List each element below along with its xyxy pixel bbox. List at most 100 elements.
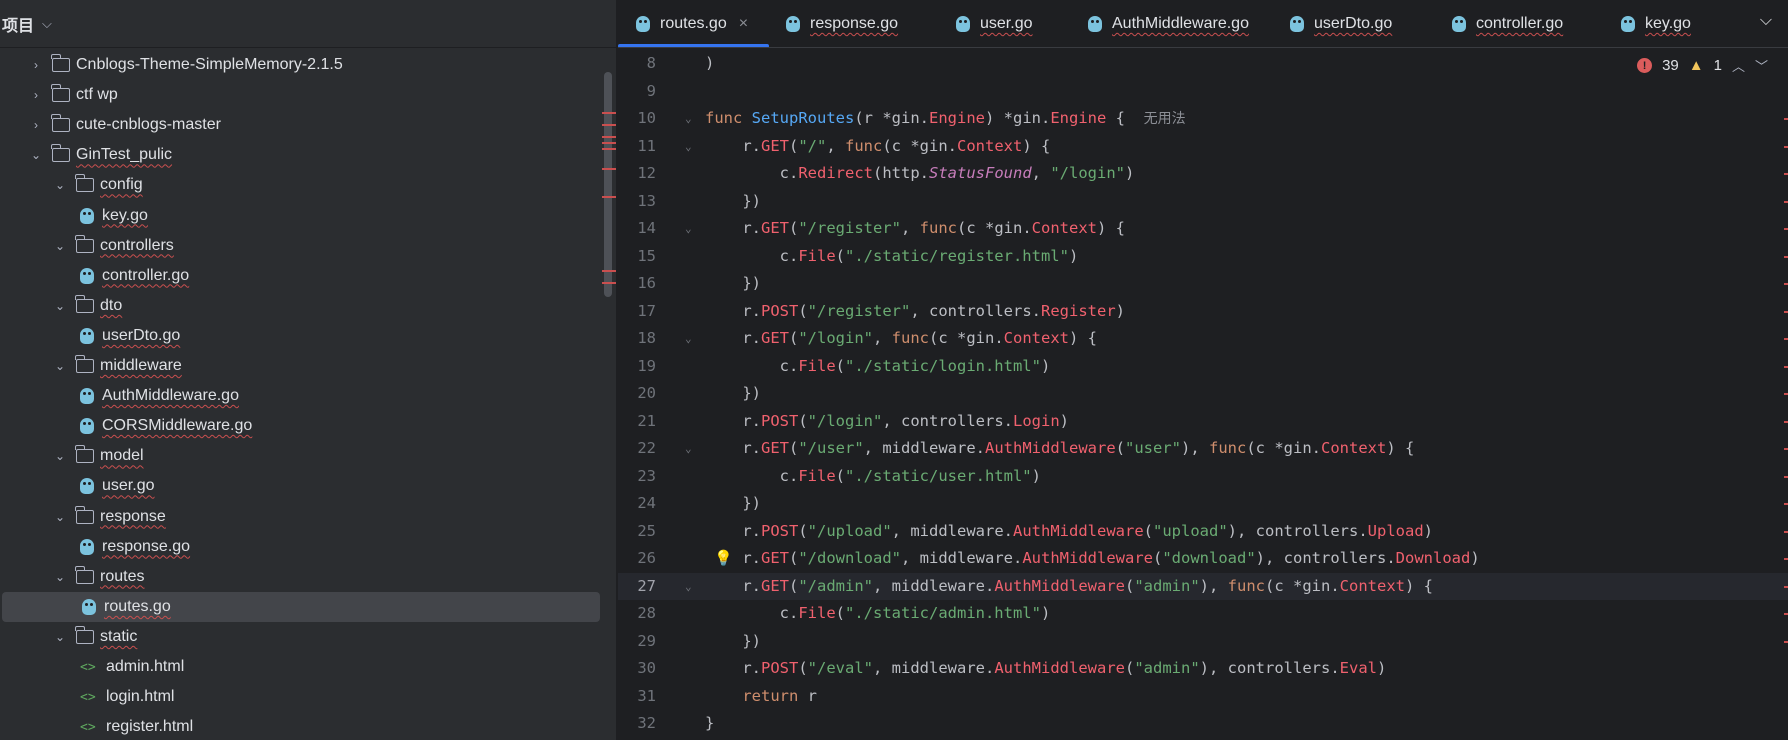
code-line[interactable]: 26 💡 r.GET("/download", middleware.AuthMi… bbox=[618, 545, 1788, 573]
fold-icon[interactable]: ⌄ bbox=[685, 325, 692, 353]
error-stripe-mark[interactable] bbox=[602, 136, 616, 138]
error-stripe-mark[interactable] bbox=[1784, 338, 1788, 340]
error-stripe-mark[interactable] bbox=[602, 124, 616, 126]
editor-tab[interactable]: response.go bbox=[786, 0, 898, 47]
tree-item[interactable]: ⌄ GinTest_pulic bbox=[0, 140, 602, 170]
chevron-down-icon[interactable]: ⌄ bbox=[52, 299, 68, 313]
tree-item[interactable]: user.go bbox=[0, 471, 602, 501]
tree-item[interactable]: › cute-cnblogs-master bbox=[0, 110, 602, 140]
tree-item[interactable]: userDto.go bbox=[0, 321, 602, 351]
tree-item[interactable]: ⌄ response bbox=[0, 502, 602, 532]
error-stripe-mark[interactable] bbox=[602, 168, 616, 170]
code-line[interactable]: 19 c.File("./static/login.html") bbox=[618, 353, 1788, 381]
line-number[interactable]: 11 bbox=[618, 133, 656, 161]
error-stripe-mark[interactable] bbox=[602, 112, 616, 114]
error-stripe-mark[interactable] bbox=[1784, 200, 1788, 203]
fold-icon[interactable]: ⌄ bbox=[685, 435, 692, 463]
error-stripe-mark[interactable] bbox=[1784, 640, 1788, 643]
line-number[interactable]: 24 bbox=[618, 490, 656, 518]
tree-item[interactable]: ⌄ controllers bbox=[0, 231, 602, 261]
chevron-down-icon[interactable]: ⌄ bbox=[52, 178, 68, 192]
tree-item[interactable]: ⌄ config bbox=[0, 170, 602, 200]
editor-tab[interactable]: controller.go bbox=[1452, 0, 1563, 47]
line-number[interactable]: 12 bbox=[618, 160, 656, 188]
code-line[interactable]: 17 r.POST("/register", controllers.Regis… bbox=[618, 298, 1788, 326]
code-line[interactable]: 16 }) bbox=[618, 270, 1788, 298]
code-line[interactable]: 10 ⌄ func SetupRoutes(r *gin.Engine) *gin.… bbox=[618, 105, 1788, 133]
code-line[interactable]: 29 }) bbox=[618, 628, 1788, 656]
tree-item[interactable]: <> admin.html bbox=[0, 652, 602, 682]
error-stripe-mark[interactable] bbox=[602, 148, 616, 150]
tree-item[interactable]: CORSMiddleware.go bbox=[0, 411, 602, 441]
line-number[interactable]: 25 bbox=[618, 518, 656, 546]
line-number[interactable]: 31 bbox=[618, 683, 656, 711]
tree-item[interactable]: ⌄ model bbox=[0, 441, 602, 471]
chevron-right-icon[interactable]: › bbox=[28, 88, 44, 102]
chevron-down-icon[interactable]: ⌄ bbox=[28, 148, 44, 162]
chevron-down-icon[interactable]: ⌵ bbox=[42, 16, 52, 32]
code-line[interactable]: 22 ⌄ r.GET("/user", middleware.AuthMiddle… bbox=[618, 435, 1788, 463]
tree-item[interactable]: key.go bbox=[0, 201, 602, 231]
error-stripe-mark[interactable] bbox=[1784, 530, 1788, 533]
line-number[interactable]: 18 bbox=[618, 325, 656, 353]
line-number[interactable]: 8 bbox=[618, 50, 656, 78]
tree-item[interactable]: › ctf wp bbox=[0, 80, 602, 110]
tree-item[interactable]: › Cnblogs-Theme-SimpleMemory-2.1.5 bbox=[0, 50, 602, 80]
code-line[interactable]: 30 r.POST("/eval", middleware.AuthMiddle… bbox=[618, 655, 1788, 683]
line-number[interactable]: 26 bbox=[618, 545, 656, 573]
error-stripe-mark[interactable] bbox=[1784, 393, 1788, 395]
error-stripe-mark[interactable] bbox=[602, 270, 616, 272]
error-stripe-mark[interactable] bbox=[1784, 503, 1788, 505]
fold-icon[interactable]: ⌄ bbox=[685, 573, 692, 601]
error-stripe-mark[interactable] bbox=[1784, 310, 1788, 313]
editor-tab[interactable]: routes.go × bbox=[636, 0, 748, 47]
error-stripe-mark[interactable] bbox=[1784, 558, 1788, 560]
tree-item[interactable]: ⌄ static bbox=[0, 622, 602, 652]
sidebar-scrollbar[interactable] bbox=[604, 72, 612, 297]
editor-tab[interactable]: user.go bbox=[956, 0, 1032, 47]
error-stripe-mark[interactable] bbox=[1784, 420, 1788, 423]
code-line[interactable]: 13 }) bbox=[618, 188, 1788, 216]
error-stripe-mark[interactable] bbox=[1784, 448, 1788, 450]
error-stripe-mark[interactable] bbox=[1784, 255, 1788, 258]
tree-item[interactable]: <> register.html bbox=[0, 712, 602, 740]
tabs-overflow-icon[interactable]: ⌵ bbox=[1760, 12, 1772, 30]
code-line[interactable]: 32} bbox=[618, 710, 1788, 738]
error-stripe-mark[interactable] bbox=[1784, 228, 1788, 230]
error-stripe-mark[interactable] bbox=[1784, 283, 1788, 285]
code-line[interactable]: 21 r.POST("/login", controllers.Login) bbox=[618, 408, 1788, 436]
line-number[interactable]: 23 bbox=[618, 463, 656, 491]
chevron-down-icon[interactable]: ⌄ bbox=[52, 570, 68, 584]
line-number[interactable]: 14 bbox=[618, 215, 656, 243]
error-stripe-mark[interactable] bbox=[1784, 475, 1788, 478]
code-line[interactable]: 15 c.File("./static/register.html") bbox=[618, 243, 1788, 271]
line-number[interactable]: 27 bbox=[618, 573, 656, 601]
tree-item[interactable]: ⌄ dto bbox=[0, 291, 602, 321]
error-stripe-mark[interactable] bbox=[1784, 173, 1788, 175]
code-line[interactable]: 31 return r bbox=[618, 683, 1788, 711]
line-number[interactable]: 29 bbox=[618, 628, 656, 656]
close-icon[interactable]: × bbox=[739, 15, 748, 33]
line-number[interactable]: 13 bbox=[618, 188, 656, 216]
error-stripe-mark[interactable] bbox=[1784, 145, 1788, 148]
tree-item[interactable]: response.go bbox=[0, 532, 602, 562]
code-line[interactable]: 9 bbox=[618, 78, 1788, 106]
line-number[interactable]: 28 bbox=[618, 600, 656, 628]
error-stripe-mark[interactable] bbox=[602, 282, 616, 284]
chevron-down-icon[interactable]: ⌄ bbox=[52, 449, 68, 463]
tree-item[interactable]: <> login.html bbox=[0, 682, 602, 712]
code-line[interactable]: 8) bbox=[618, 50, 1788, 78]
chevron-right-icon[interactable]: › bbox=[28, 58, 44, 72]
error-stripe-mark[interactable] bbox=[602, 142, 616, 144]
chevron-down-icon[interactable]: ⌄ bbox=[52, 630, 68, 644]
tree-item[interactable]: ⌄ middleware bbox=[0, 351, 602, 381]
line-number[interactable]: 20 bbox=[618, 380, 656, 408]
line-number[interactable]: 10 bbox=[618, 105, 656, 133]
line-number[interactable]: 19 bbox=[618, 353, 656, 381]
line-number[interactable]: 32 bbox=[618, 710, 656, 738]
chevron-down-icon[interactable]: ⌄ bbox=[52, 359, 68, 373]
code-line[interactable]: 20 }) bbox=[618, 380, 1788, 408]
error-stripe-mark[interactable] bbox=[1784, 585, 1788, 588]
tree-item[interactable]: routes.go bbox=[2, 591, 600, 622]
chevron-right-icon[interactable]: › bbox=[28, 118, 44, 132]
